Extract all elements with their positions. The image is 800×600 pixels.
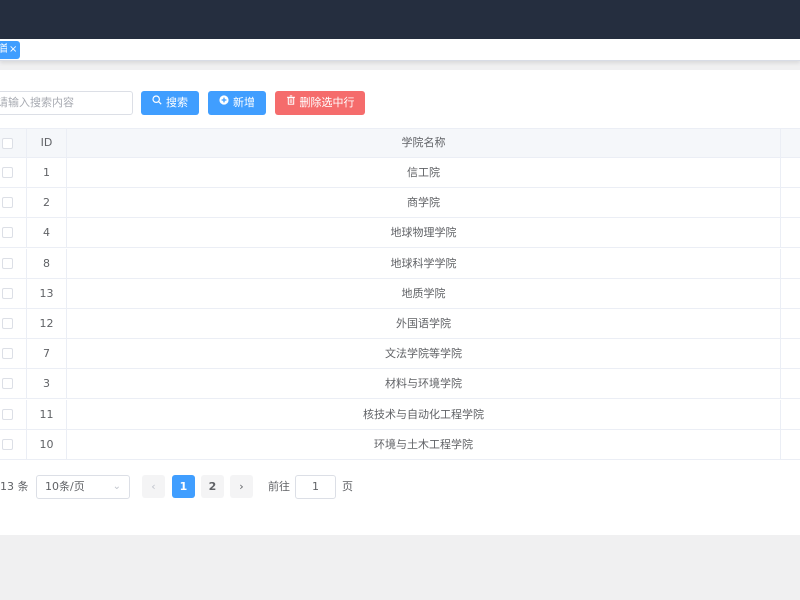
row-checkbox[interactable] [2,318,13,329]
table-row[interactable]: 11 核技术与自动化工程学院 [0,399,800,430]
table-row[interactable]: 12 外国语学院 [0,309,800,339]
cell-college-name: 地球科学学院 [67,248,781,278]
tag-home[interactable]: 首页× [0,41,20,59]
tags-view-bar: 首页× [0,39,800,61]
table-row[interactable]: 8 地球科学学院 [0,248,800,279]
row-checkbox-cell [0,248,27,278]
cell-college-name: 核技术与自动化工程学院 [67,399,781,429]
select-all-checkbox[interactable] [2,138,13,149]
tag-label: 首页 [0,44,7,55]
page-button-1[interactable]: 1 [172,475,195,498]
cell-college-name: 地球物理学院 [67,218,781,248]
tag-close-icon[interactable]: × [9,41,17,59]
row-checkbox-cell [0,158,27,187]
row-checkbox[interactable] [2,197,13,209]
cell-id: 10 [27,429,67,459]
cell-college-name: 环境与土木工程学院 [67,429,781,459]
goto-label: 前往 [268,480,290,493]
row-checkbox-cell [0,399,27,429]
header-checkbox-cell [0,129,27,157]
search-icon [152,90,162,114]
cell-id: 1 [27,158,67,187]
add-button[interactable]: 新增 [208,91,266,115]
goto-suffix: 页 [342,480,353,493]
row-checkbox[interactable] [2,257,13,269]
column-header-name[interactable]: 学院名称 [67,129,781,157]
search-button-label: 搜索 [166,96,188,109]
row-checkbox-cell [0,188,27,218]
row-checkbox-cell [0,278,27,308]
cell-id: 11 [27,399,67,429]
table-row[interactable]: 7 文法学院等学院 [0,339,800,370]
search-input[interactable]: 请输入搜索内容 [0,91,133,115]
row-checkbox[interactable] [2,287,13,299]
row-checkbox[interactable] [2,348,13,360]
delete-button-label: 删除选中行 [299,96,355,109]
plus-circle-icon [219,90,229,114]
add-button-label: 新增 [233,96,255,109]
pagination: 13 条 10条/页 ⌄ ‹ 1 2 › 前往 1 页 [0,475,800,499]
cell-college-name: 外国语学院 [67,309,781,338]
cell-id: 4 [27,218,67,248]
table-row[interactable]: 4 地球物理学院 [0,218,800,249]
cell-id: 12 [27,309,67,338]
cell-id: 8 [27,248,67,278]
row-checkbox[interactable] [2,167,13,178]
table-row[interactable]: 1 信工院 [0,158,800,188]
row-checkbox-cell [0,309,27,338]
prev-page-button[interactable]: ‹ [142,475,165,498]
next-page-button[interactable]: › [230,475,253,498]
cell-college-name: 文法学院等学院 [67,339,781,369]
table-row[interactable]: 10 环境与土木工程学院 [0,429,800,460]
cell-college-name: 地质学院 [67,278,781,308]
cell-college-name: 材料与环境学院 [67,369,781,399]
main-panel: 请输入搜索内容 搜索 新增 删除选中行 ID 学院名称 1 信工院 2 商学院 4 地球物… [0,70,800,535]
row-checkbox[interactable] [2,438,13,450]
cell-id: 7 [27,339,67,369]
goto-page-input[interactable]: 1 [295,475,336,499]
cell-id: 13 [27,278,67,308]
row-checkbox-cell [0,369,27,399]
row-checkbox[interactable] [2,378,13,390]
cell-college-name: 商学院 [67,188,781,218]
trash-icon [286,90,296,114]
column-header-id[interactable]: ID [27,129,67,157]
total-count: 13 条 [0,480,29,493]
table-row[interactable]: 13 地质学院 [0,278,800,309]
page-button-2[interactable]: 2 [201,475,224,498]
delete-selected-button[interactable]: 删除选中行 [275,91,365,115]
page-size-value: 10条/页 [45,480,85,493]
row-checkbox[interactable] [2,408,13,420]
cell-college-name: 信工院 [67,158,781,187]
row-checkbox-cell [0,218,27,248]
search-button[interactable]: 搜索 [141,91,199,115]
cell-id: 3 [27,369,67,399]
table-row[interactable]: 3 材料与环境学院 [0,369,800,400]
top-navbar [0,0,800,39]
row-checkbox[interactable] [2,227,13,239]
chevron-down-icon: ⌄ [112,481,121,492]
page-size-select[interactable]: 10条/页 ⌄ [36,475,130,499]
table-row[interactable]: 2 商学院 [0,188,800,219]
cell-id: 2 [27,188,67,218]
table-header: ID 学院名称 [0,128,800,158]
row-checkbox-cell [0,429,27,459]
row-checkbox-cell [0,339,27,369]
